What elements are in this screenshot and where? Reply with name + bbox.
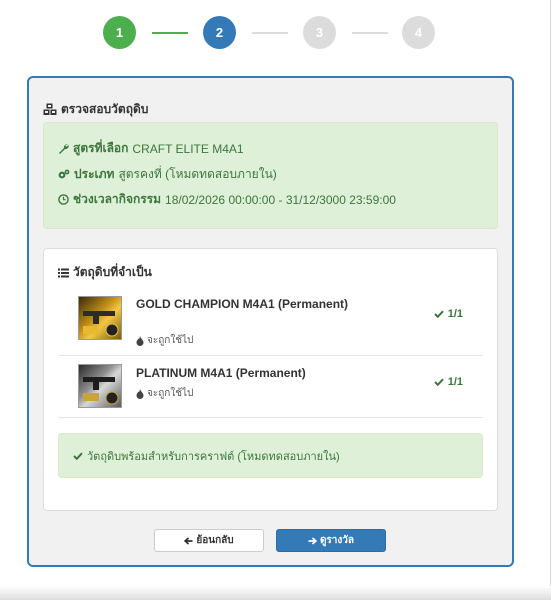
platinum-m4a1-image [78,364,122,408]
requirements-title: วัตถุดิบที่จำเป็น [58,263,152,282]
requirement-item: PLATINUM M4A1 (Permanent) จะถูกใช้ไป 1/1 [58,356,483,418]
panel-title: ตรวจสอบวัตถุดิบ [43,100,148,119]
back-button-label: ย้อนกลับ [196,535,234,546]
wrench-icon [59,144,69,154]
step-connector-2 [252,32,288,34]
period-row: ช่วงเวลากิจกรรม 18/02/2026 00:00:00 - 31… [58,190,396,209]
check-icon [433,378,444,386]
gold-champion-m4a1-image [78,296,122,340]
list-icon [58,268,69,277]
step-4: 4 [402,16,435,49]
check-icon [433,310,444,318]
fire-icon [136,335,144,346]
check-icon [73,452,83,460]
clock-icon [58,194,69,205]
step-connector-3 [352,32,388,34]
material-check-panel: ตรวจสอบวัตถุดิบ สูตรที่เลือก CRAFT ELITE… [27,76,514,567]
recipe-label: สูตรที่เลือก [73,141,129,155]
step-2: 2 [203,16,236,49]
requirement-item: GOLD CHAMPION M4A1 (Permanent) จะถูกใช้ไ… [58,287,483,356]
recipe-info-box: สูตรที่เลือก CRAFT ELITE M4A1 ประเภท สูต… [43,122,498,229]
step-1: 1 [103,16,136,49]
recipe-value: CRAFT ELITE M4A1 [132,141,244,156]
type-label: ประเภท [74,167,115,181]
item-quantity: 1/1 [433,376,463,388]
requirements-box: วัตถุดิบที่จำเป็น GOLD CHAMPION M4A1 (Pe… [43,248,498,511]
view-rewards-button-label: ดูรางวัล [319,535,355,546]
item-consume-note: จะถูกใช้ไป [136,333,193,348]
panel-title-text: ตรวจสอบวัตถุดิบ [61,102,149,116]
type-row: ประเภท สูตรคงที่ (โหมดทดสอบภายใน) [58,165,277,184]
item-quantity-text: 1/1 [447,308,463,320]
item-consume-text: จะถูกใช้ไป [147,388,194,399]
view-rewards-button[interactable]: ดูรางวัล [276,529,386,552]
item-name: GOLD CHAMPION M4A1 (Permanent) [136,297,349,311]
bottom-shadow [0,586,551,600]
materials-ready-alert: วัตถุดิบพร้อมสำหรับการคราฟต์ (โหมดทดสอบภ… [58,433,483,478]
materials-ready-text: วัตถุดิบพร้อมสำหรับการคราฟต์ (โหมดทดสอบภ… [87,450,340,463]
item-name: PLATINUM M4A1 (Permanent) [136,366,306,380]
requirements-title-text: วัตถุดิบที่จำเป็น [73,265,152,279]
type-value: สูตรคงที่ (โหมดทดสอบภายใน) [118,167,277,181]
period-value: 18/02/2026 00:00:00 - 31/12/3000 23:59:0… [165,192,396,207]
period-label: ช่วงเวลากิจกรรม [73,192,162,206]
step-3: 3 [303,16,336,49]
cogs-icon [58,169,70,179]
item-consume-note: จะถูกใช้ไป [136,386,193,401]
item-quantity-text: 1/1 [447,376,463,388]
fire-icon [136,388,144,399]
recipe-row: สูตรที่เลือก CRAFT ELITE M4A1 [58,139,244,158]
item-quantity: 1/1 [433,308,463,320]
back-button[interactable]: ย้อนกลับ [154,529,264,552]
cubes-icon [43,103,57,115]
item-consume-text: จะถูกใช้ไป [147,335,194,346]
step-connector-1 [152,32,188,34]
arrow-right-icon [308,536,317,545]
arrow-left-icon [184,536,193,545]
